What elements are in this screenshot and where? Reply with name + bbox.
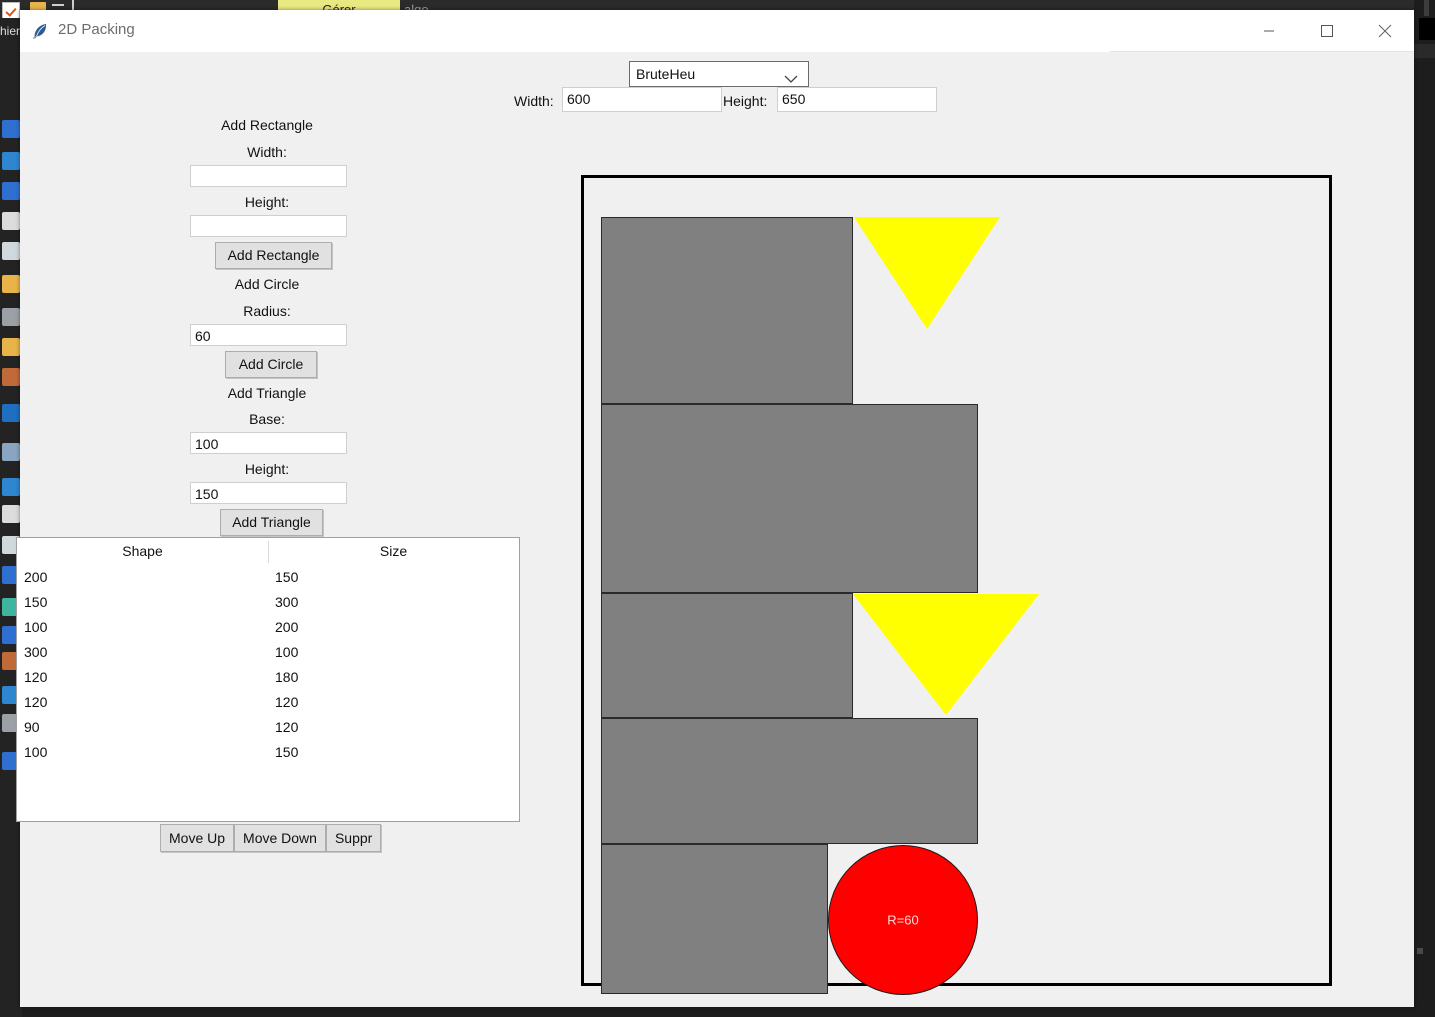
circle-radius-value: 60 [195,328,211,344]
sidebar-label-fichier: hier [0,24,21,38]
title-bar[interactable]: 2D Packing [20,10,1414,52]
table-row[interactable]: 100 200 [17,616,519,641]
usb-icon[interactable] [2,308,20,326]
bin-width-value: 600 [567,91,591,107]
table-cell-shape: 150 [24,594,48,610]
photos-icon[interactable] [2,368,20,386]
table-cell-shape: 100 [24,619,48,635]
table-cell-shape: 90 [24,719,40,735]
minimize-button[interactable] [1240,10,1298,52]
table-cell-size: 200 [275,619,299,635]
circle-radius-input[interactable]: 60 [190,324,347,346]
desktop-icon[interactable] [2,478,20,496]
triangle-2[interactable] [853,594,1039,715]
feather-icon [30,21,50,41]
table-cell-size: 100 [275,644,299,660]
circle-1[interactable]: R=60 [828,845,978,995]
add-rectangle-title: Add Rectangle [221,117,313,133]
table-row[interactable]: 120 120 [17,691,519,716]
rect-2[interactable] [601,404,978,593]
desktop-scrollbar-thumb[interactable] [1424,0,1429,16]
triangle-height-value: 150 [195,486,219,502]
bin-height-value: 650 [782,91,806,107]
rect-1[interactable] [601,217,853,404]
table-cell-shape: 200 [24,569,48,585]
rectangle-height-input[interactable] [190,215,347,237]
algorithm-select[interactable]: BruteHeu [629,61,809,87]
desktop-right-strip [1414,0,1435,1017]
table-header-row: Shape Size [17,538,519,565]
triangle-base-value: 100 [195,436,219,452]
table-cell-shape: 120 [24,669,48,685]
table-row[interactable]: 300 100 [17,641,519,666]
desktop-right-dark-block [1414,44,1435,58]
add-triangle-title: Add Triangle [227,385,307,401]
thispc-icon[interactable] [2,443,20,461]
rect-3[interactable] [601,593,853,718]
table-header-size[interactable]: Size [268,543,519,559]
add-triangle-button[interactable]: Add Triangle [220,509,323,536]
folder2-icon[interactable] [2,338,20,356]
table-cell-size: 180 [275,669,299,685]
close-button[interactable] [1356,10,1414,52]
desktop-bottom-marker [1417,948,1423,954]
table-row[interactable]: 120 180 [17,666,519,691]
bin-width-input[interactable]: 600 [562,87,722,112]
picture-icon[interactable] [2,242,20,260]
rect-5[interactable] [601,844,828,994]
window-title: 2D Packing [58,21,135,38]
move-down-button[interactable]: Move Down [234,824,326,852]
algorithm-select-value: BruteHeu [636,66,696,82]
circle-radius-label-overlay: R=60 [887,912,919,928]
table-cell-shape: 300 [24,644,48,660]
table-cell-size: 150 [275,569,299,585]
table-header-shape[interactable]: Shape [17,543,268,559]
table-cell-size: 120 [275,719,299,735]
table-cell-size: 120 [275,694,299,710]
table-row[interactable]: 100 150 [17,741,519,766]
row-action-buttons: Move Up Move Down Suppr [160,824,382,852]
app-window: 2D Packing BruteHeu Width: 600 Height: 6… [16,10,1414,1007]
triangle-base-input[interactable]: 100 [190,432,347,454]
document2-icon[interactable] [2,505,20,523]
add-circle-button[interactable]: Add Circle [225,351,317,378]
circle-radius-label: Radius: [243,303,291,319]
star-icon[interactable] [2,120,20,138]
move-up-button[interactable]: Move Up [160,824,235,852]
bin-height-label: Height: [723,93,768,109]
minimize-icon[interactable] [52,4,64,6]
add-circle-title: Add Circle [234,276,300,292]
add-rectangle-button[interactable]: Add Rectangle [215,242,332,269]
table-row[interactable]: 90 120 [17,716,519,741]
triangle-height-label: Height: [244,461,290,477]
folder-icon[interactable] [2,275,20,293]
bin-height-input[interactable]: 650 [777,87,937,112]
table-cell-size: 300 [275,594,299,610]
triangle-height-input[interactable]: 150 [190,482,347,504]
table-cell-size: 150 [275,744,299,760]
bin-width-label: Width: [514,93,554,109]
download-icon[interactable] [2,182,20,200]
maximize-button[interactable] [1298,10,1356,52]
rectangle-height-label: Height: [244,194,290,210]
table-cell-shape: 120 [24,694,48,710]
table-header-divider[interactable] [268,541,269,563]
desktop-right-black-block [1419,18,1435,40]
document-icon[interactable] [2,212,20,230]
packing-canvas[interactable]: R=60 [581,175,1332,995]
table-cell-shape: 100 [24,744,48,760]
rectangle-width-input[interactable] [190,165,347,187]
table-row[interactable]: 200 150 [17,566,519,591]
onedrive-icon[interactable] [2,404,20,422]
triangle-base-label: Base: [249,411,285,427]
rectangle-width-label: Width: [247,144,287,160]
shapes-table[interactable]: Shape Size 200 150 150 300 100 200 300 100 120 18… [16,537,520,822]
screen-icon[interactable] [2,152,20,170]
window-client-area: BruteHeu Width: 600 Height: 650 Add Rect… [16,52,1414,1007]
triangle-1[interactable] [854,217,1000,329]
delete-button[interactable]: Suppr [325,824,382,852]
rect-4[interactable] [601,718,978,844]
table-row[interactable]: 150 300 [17,591,519,616]
